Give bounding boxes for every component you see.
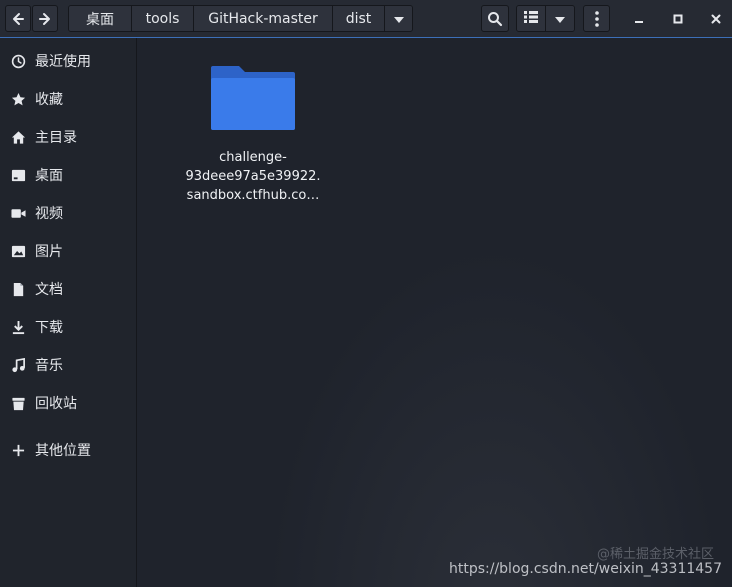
clock-icon <box>10 53 26 69</box>
watermark-overlay: @稀土掘金技术社区 <box>596 547 714 562</box>
sidebar-item-pictures[interactable]: 图片 <box>0 234 136 268</box>
breadcrumb-item-desktop[interactable]: 桌面 <box>69 6 132 31</box>
forward-button[interactable] <box>32 5 58 32</box>
folder-icon <box>209 64 297 136</box>
caret-down-icon <box>393 11 404 27</box>
sidebar-item-label: 收藏 <box>35 92 63 108</box>
arrow-right-icon <box>38 12 52 26</box>
sidebar-item-label: 图片 <box>35 244 63 260</box>
sidebar-item-label: 回收站 <box>35 396 77 412</box>
image-icon <box>10 243 26 259</box>
sidebar-item-label: 其他位置 <box>35 443 91 459</box>
download-icon <box>10 319 26 335</box>
document-icon <box>10 281 26 297</box>
sidebar-item-downloads[interactable]: 下载 <box>0 310 136 344</box>
sidebar-item-desktop[interactable]: 桌面 <box>0 158 136 192</box>
sidebar-item-other-locations[interactable]: 其他位置 <box>0 433 136 467</box>
file-view: challenge- 93deee97a5e39922. sandbox.ctf… <box>137 38 732 587</box>
close-icon <box>711 9 721 28</box>
sidebar-item-trash[interactable]: 回收站 <box>0 386 136 420</box>
breadcrumb: 桌面 tools GitHack-master dist <box>68 5 413 32</box>
plus-icon <box>10 442 26 458</box>
watermark: https://blog.csdn.net/weixin_43311457 <box>448 561 722 577</box>
maximize-icon <box>673 9 683 28</box>
search-button[interactable] <box>481 5 509 32</box>
main-menu-button[interactable] <box>583 5 610 32</box>
back-button[interactable] <box>5 5 31 32</box>
sidebar-item-label: 文档 <box>35 282 63 298</box>
sidebar-item-label: 最近使用 <box>35 54 91 70</box>
sidebar-item-documents[interactable]: 文档 <box>0 272 136 306</box>
search-icon <box>487 11 503 27</box>
view-options-dropdown[interactable] <box>546 6 574 31</box>
star-icon <box>10 91 26 107</box>
sidebar-item-label: 视频 <box>35 206 63 222</box>
trash-icon <box>10 395 26 411</box>
file-name: challenge- 93deee97a5e39922. sandbox.ctf… <box>185 150 321 203</box>
sidebar-item-starred[interactable]: 收藏 <box>0 82 136 116</box>
view-toggle-group <box>516 5 575 32</box>
arrow-left-icon <box>11 12 25 26</box>
close-button[interactable] <box>704 6 728 30</box>
folder-item[interactable]: challenge- 93deee97a5e39922. sandbox.ctf… <box>183 64 323 205</box>
maximize-button[interactable] <box>666 6 690 30</box>
sidebar-item-label: 音乐 <box>35 358 63 374</box>
breadcrumb-item-dist[interactable]: dist <box>333 6 385 31</box>
sidebar-item-label: 主目录 <box>35 130 77 146</box>
list-view-button[interactable] <box>517 6 546 31</box>
sidebar-item-videos[interactable]: 视频 <box>0 196 136 230</box>
kebab-menu-icon <box>594 10 599 27</box>
minimize-icon <box>634 9 644 28</box>
list-view-icon <box>524 10 538 27</box>
home-icon <box>10 129 26 145</box>
sidebar-item-recent[interactable]: 最近使用 <box>0 44 136 78</box>
sidebar-item-label: 桌面 <box>35 168 63 184</box>
sidebar-item-label: 下载 <box>35 320 63 336</box>
desktop-icon <box>10 167 26 183</box>
header-bar: 桌面 tools GitHack-master dist <box>0 0 732 38</box>
breadcrumb-item-githack-master[interactable]: GitHack-master <box>194 6 333 31</box>
minimize-button[interactable] <box>627 6 651 30</box>
sidebar-item-music[interactable]: 音乐 <box>0 348 136 382</box>
breadcrumb-dropdown-button[interactable] <box>385 6 412 31</box>
sidebar: 最近使用 收藏 主目录 桌面 视频 图片 文档 下载 音乐 回收站 其他位置 <box>0 38 137 587</box>
sidebar-item-home[interactable]: 主目录 <box>0 120 136 154</box>
breadcrumb-item-tools[interactable]: tools <box>132 6 194 31</box>
caret-down-icon <box>555 11 565 27</box>
video-icon <box>10 205 26 221</box>
music-icon <box>10 357 26 373</box>
